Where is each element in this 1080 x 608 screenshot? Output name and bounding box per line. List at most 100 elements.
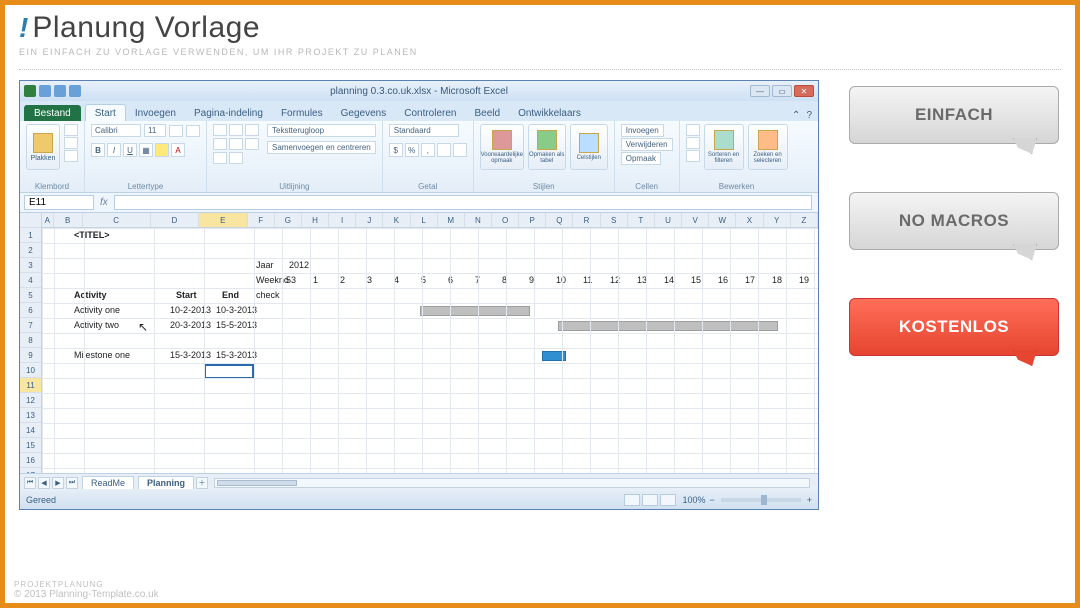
align-middle-icon[interactable] [229, 124, 243, 136]
nomacros-button[interactable]: NO MACROS [849, 192, 1059, 250]
clear-icon[interactable] [686, 150, 700, 162]
fx-icon[interactable]: fx [100, 197, 108, 208]
currency-icon[interactable]: $ [389, 143, 403, 157]
align-bottom-icon[interactable] [245, 124, 259, 136]
scrollbar-thumb[interactable] [217, 480, 297, 486]
column-header[interactable]: L [411, 213, 438, 227]
tab-invoegen[interactable]: Invoegen [126, 105, 185, 121]
indent-increase-icon[interactable] [229, 152, 243, 164]
row-header[interactable]: 13 [20, 408, 41, 423]
font-size-select[interactable]: 11 [144, 124, 166, 137]
column-header[interactable]: U [655, 213, 682, 227]
column-headers[interactable]: ABCDEFGHIJKLMNOPQRSTUVWXYZ [42, 213, 818, 228]
view-pagebreak-icon[interactable] [660, 494, 676, 506]
align-right-icon[interactable] [245, 138, 259, 150]
indent-decrease-icon[interactable] [213, 152, 227, 164]
format-as-table-button[interactable]: Opmaken als tabel [528, 124, 566, 170]
shrink-font-icon[interactable] [186, 125, 200, 137]
column-header[interactable]: E [199, 213, 247, 227]
column-header[interactable]: G [275, 213, 302, 227]
zoom-out-button[interactable]: − [709, 495, 714, 505]
formula-input[interactable] [114, 195, 812, 210]
column-header[interactable]: S [601, 213, 628, 227]
zoom-slider-thumb[interactable] [761, 495, 767, 505]
minimize-button[interactable]: — [750, 85, 770, 97]
column-header[interactable]: X [736, 213, 763, 227]
column-header[interactable]: B [54, 213, 83, 227]
column-header[interactable]: F [248, 213, 275, 227]
row-header[interactable]: 11 [20, 378, 41, 393]
font-name-select[interactable]: Calibri [91, 124, 141, 137]
kostenlos-button[interactable]: KOSTENLOS [849, 298, 1059, 356]
sheet-tab-planning[interactable]: Planning [138, 476, 194, 489]
row-header[interactable]: 16 [20, 453, 41, 468]
column-header[interactable]: Z [791, 213, 818, 227]
tab-start[interactable]: Start [85, 104, 126, 121]
border-button[interactable]: ▦ [139, 143, 153, 157]
fill-color-button[interactable] [155, 143, 169, 157]
row-header[interactable]: 12 [20, 393, 41, 408]
new-sheet-button[interactable]: ＋ [196, 477, 208, 489]
grow-font-icon[interactable] [169, 125, 183, 137]
row-header[interactable]: 9 [20, 348, 41, 363]
sheet-nav-next[interactable]: ▶ [52, 477, 64, 489]
cut-icon[interactable] [64, 124, 78, 136]
column-header[interactable]: W [709, 213, 736, 227]
horizontal-scrollbar[interactable] [214, 478, 810, 488]
increase-decimal-icon[interactable] [437, 143, 451, 157]
sheet-nav-prev[interactable]: ◀ [38, 477, 50, 489]
sheet-tab-readme[interactable]: ReadMe [82, 476, 134, 489]
tab-controleren[interactable]: Controleren [395, 105, 465, 121]
row-header[interactable]: 2 [20, 243, 41, 258]
sheet-nav-last[interactable]: ⏭ [66, 477, 78, 489]
row-header[interactable]: 5 [20, 288, 41, 303]
conditional-format-button[interactable]: Voorwaardelijke opmaak [480, 124, 524, 170]
name-box[interactable]: E11 [24, 195, 94, 210]
column-header[interactable]: V [682, 213, 709, 227]
format-painter-icon[interactable] [64, 150, 78, 162]
maximize-button[interactable]: ▭ [772, 85, 792, 97]
save-icon[interactable] [39, 85, 51, 97]
tab-pagina[interactable]: Pagina-indeling [185, 105, 272, 121]
column-header[interactable]: K [383, 213, 410, 227]
align-top-icon[interactable] [213, 124, 227, 136]
row-header[interactable]: 3 [20, 258, 41, 273]
tab-ontwikkelaars[interactable]: Ontwikkelaars [509, 105, 590, 121]
help-icon[interactable]: ? [806, 110, 812, 121]
row-header[interactable]: 15 [20, 438, 41, 453]
column-header[interactable]: H [302, 213, 329, 227]
view-layout-icon[interactable] [642, 494, 658, 506]
grid-main[interactable]: ABCDEFGHIJKLMNOPQRSTUVWXYZ <TITEL> Jaar … [42, 213, 818, 473]
tab-gegevens[interactable]: Gegevens [332, 105, 396, 121]
quick-access-toolbar[interactable] [24, 85, 81, 97]
find-select-button[interactable]: Zoeken en selecteren [748, 124, 788, 170]
delete-cells-button[interactable]: Verwijderen [621, 138, 673, 151]
zoom-slider[interactable] [721, 498, 801, 502]
column-header[interactable]: C [83, 213, 151, 227]
file-button[interactable]: Bestand [24, 105, 81, 121]
merge-center-button[interactable]: Samenvoegen en centreren [267, 141, 376, 154]
column-header[interactable]: Y [764, 213, 791, 227]
close-button[interactable]: ✕ [794, 85, 814, 97]
undo-icon[interactable] [54, 85, 66, 97]
column-header[interactable]: N [465, 213, 492, 227]
comma-icon[interactable]: , [421, 143, 435, 157]
row-header[interactable]: 14 [20, 423, 41, 438]
insert-cells-button[interactable]: Invoegen [621, 124, 664, 137]
column-header[interactable]: P [519, 213, 546, 227]
sort-filter-button[interactable]: Sorteren en filteren [704, 124, 744, 170]
font-color-button[interactable]: A [171, 143, 185, 157]
autosum-icon[interactable] [686, 124, 700, 136]
row-header[interactable]: 6 [20, 303, 41, 318]
column-header[interactable]: T [628, 213, 655, 227]
column-header[interactable]: J [356, 213, 383, 227]
spreadsheet-grid[interactable]: 123456789101112131415161718192021222324 … [20, 213, 818, 473]
fill-icon[interactable] [686, 137, 700, 149]
format-cells-button[interactable]: Opmaak [621, 152, 661, 165]
sheet-nav-first[interactable]: ⏮ [24, 477, 36, 489]
minimize-ribbon-icon[interactable]: ⌃ [792, 110, 800, 121]
row-header[interactable]: 7 [20, 318, 41, 333]
row-header[interactable]: 4 [20, 273, 41, 288]
column-header[interactable]: O [492, 213, 519, 227]
align-center-icon[interactable] [229, 138, 243, 150]
